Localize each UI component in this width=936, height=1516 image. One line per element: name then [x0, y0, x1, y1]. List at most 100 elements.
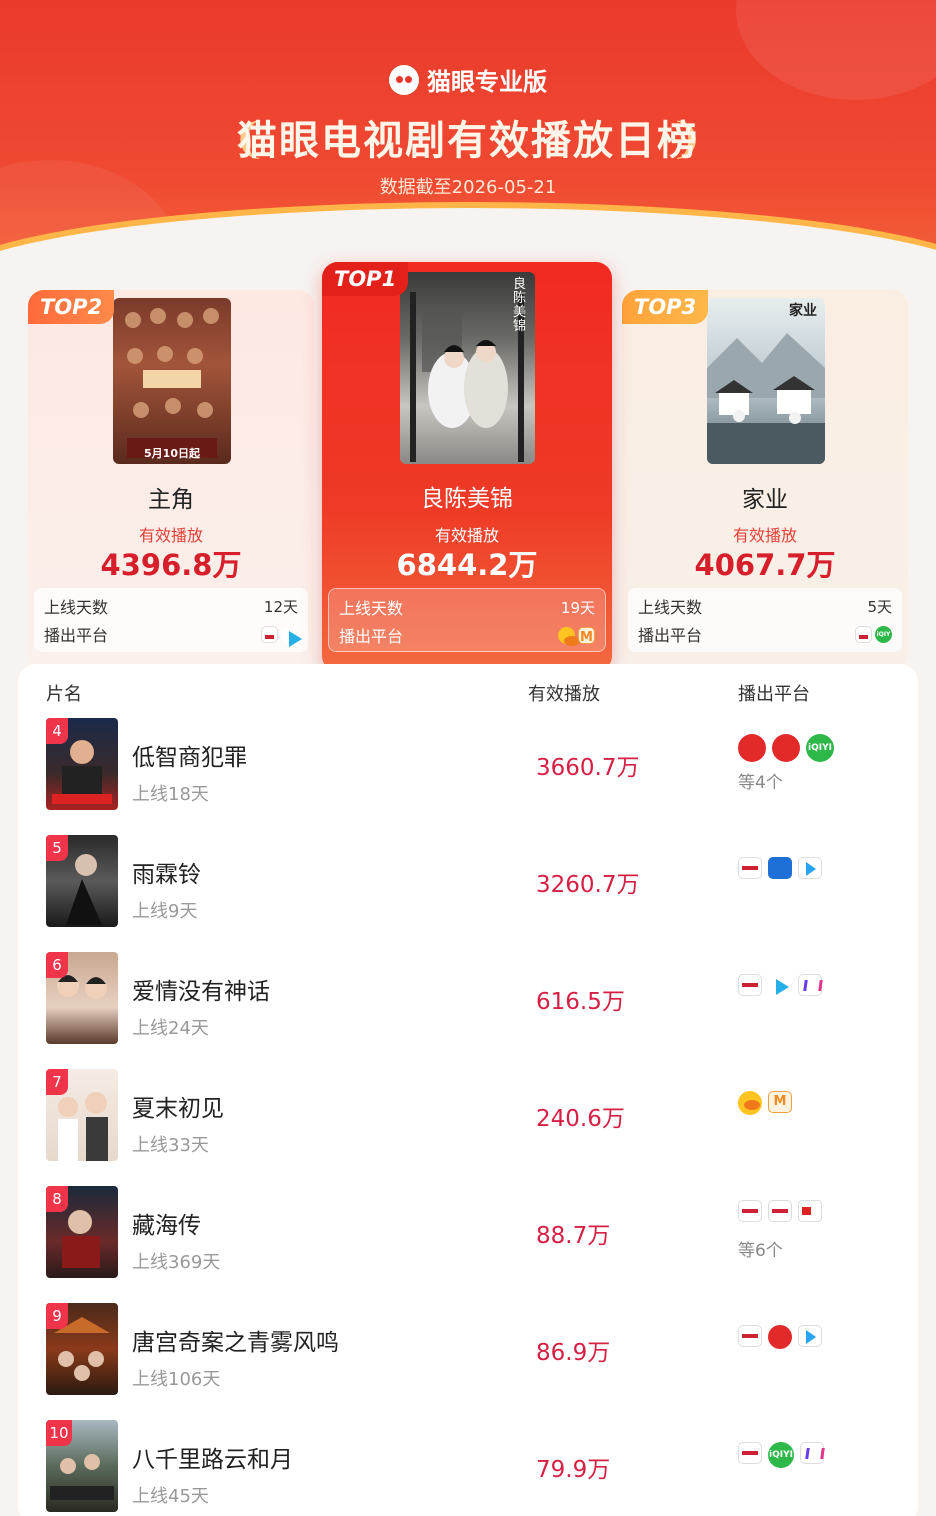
drama-name: 低智商犯罪 — [132, 745, 247, 771]
play-value: 86.9万 — [536, 1340, 611, 1366]
days-value: 19天 — [560, 598, 595, 617]
rank-badge: 4 — [46, 718, 68, 744]
poster-image: 良陈美锦 — [400, 272, 535, 464]
cctv-icon — [261, 625, 278, 643]
cctv-icon — [768, 1200, 792, 1222]
drama-name: 良陈美锦 — [421, 486, 513, 512]
days-label: 上线天数 — [339, 599, 404, 618]
youku-icon — [798, 1325, 822, 1347]
days-online: 上线24天 — [132, 1018, 209, 1039]
drama-name: 家业 — [742, 487, 788, 513]
poster-image: 家业 — [707, 298, 825, 464]
more-platforms[interactable]: 等6个 — [738, 1236, 783, 1261]
drama-name: 爱情没有神话 — [132, 979, 270, 1005]
poster-thumb: 5 — [46, 835, 118, 927]
cctv-icon — [738, 1325, 762, 1347]
cctv-icon — [855, 625, 872, 643]
platform-icons — [738, 1091, 792, 1115]
poster-thumb: 10 — [46, 1420, 118, 1512]
header-name: 片名 — [46, 684, 82, 705]
table-row[interactable]: 10 八千里路云和月 上线45天 79.9万 iQIYI — [18, 1420, 918, 1516]
table-row[interactable]: 9 唐宫奇案之青雾风鸣 上线106天 86.9万 — [18, 1303, 918, 1420]
rank-badge: 10 — [46, 1420, 72, 1446]
play-value: 88.7万 — [536, 1223, 611, 1249]
poster-art — [125, 308, 219, 458]
info-box: 上线天数 5天 播出平台 iQIY — [628, 588, 902, 652]
tencent-video-icon — [768, 974, 792, 996]
play-value: 240.6万 — [536, 1106, 625, 1132]
poster-art — [707, 333, 825, 464]
poster-title: 良陈美锦 — [513, 277, 527, 334]
poster-thumb: 7 — [46, 1069, 118, 1161]
dragon-tv-icon — [768, 1325, 792, 1349]
zhejiang-tv-icon — [768, 857, 792, 879]
rank-tag: TOP3 — [622, 290, 709, 324]
rank-badge: 6 — [46, 952, 68, 978]
poster-title: 家业 — [789, 303, 817, 319]
rank-badge: 5 — [46, 835, 68, 861]
days-online: 上线18天 — [132, 784, 209, 805]
brand-name: 猫眼专业版 — [427, 68, 547, 96]
table-row[interactable]: 8 藏海传 上线369天 88.7万 等6个 — [18, 1186, 918, 1303]
poster-thumb: 8 — [46, 1186, 118, 1278]
poster-date: 5月10日起 — [144, 447, 200, 460]
mgtv-icon — [798, 974, 822, 996]
platform-icons — [738, 1200, 822, 1222]
days-online: 上线45天 — [132, 1486, 209, 1507]
youku-icon — [798, 857, 822, 879]
platform-label: 播出平台 — [44, 626, 109, 645]
play-value: 79.9万 — [536, 1457, 611, 1483]
days-value: 5天 — [867, 597, 892, 616]
rank-tag: TOP2 — [28, 290, 115, 324]
table-row[interactable]: 4 低智商犯罪 上线18天 3660.7万 iQIYI 等4个 — [18, 718, 918, 835]
cctv-icon — [738, 1200, 762, 1222]
iqiyi-icon: iQIY — [875, 625, 892, 643]
hunan-tv-icon — [738, 1091, 762, 1115]
more-platforms[interactable]: 等4个 — [738, 768, 783, 793]
platform-label: 播出平台 — [339, 627, 404, 646]
mgtv-icon — [800, 1442, 824, 1464]
drama-name: 夏末初见 — [132, 1096, 224, 1122]
podium-card-top3[interactable]: 家业 TOP3 家业 有效播放 4067.7万 上线天数 5天 播出平台 iQIY — [622, 290, 908, 670]
platform-icons — [738, 974, 822, 996]
days-label: 上线天数 — [638, 598, 703, 617]
btv-icon — [798, 1200, 822, 1222]
header-platform: 播出平台 — [738, 684, 810, 705]
days-online: 上线9天 — [132, 901, 198, 922]
rank-badge: 8 — [46, 1186, 68, 1212]
dragon-tv-icon — [738, 734, 766, 762]
metric-value: 4067.7万 — [694, 548, 836, 582]
podium-card-top2[interactable]: 5月10日起 TOP2 主角 有效播放 4396.8万 上线天数 12天 播出平台 — [28, 290, 314, 670]
page-title: 猫眼电视剧有效播放日榜 — [237, 118, 699, 164]
iqiyi-icon: iQIYI — [768, 1442, 794, 1468]
platform-icons: iQIYI — [738, 1442, 824, 1468]
poster-thumb: 6 — [46, 952, 118, 1044]
platform-label: 播出平台 — [638, 626, 703, 645]
table-row[interactable]: 6 爱情没有神话 上线24天 616.5万 — [18, 952, 918, 1069]
rank-badge: 9 — [46, 1303, 68, 1329]
mango-tv-icon — [578, 626, 595, 645]
rank-badge: 7 — [46, 1069, 68, 1095]
metric-value: 6844.2万 — [396, 548, 538, 582]
play-value: 3660.7万 — [536, 755, 640, 781]
table-row[interactable]: 7 夏末初见 上线33天 240.6万 — [18, 1069, 918, 1186]
info-box: 上线天数 12天 播出平台 — [34, 588, 308, 652]
podium-card-top1[interactable]: 良陈美锦 TOP1 良陈美锦 有效播放 6844.2万 上线天数 19天 播出平台 — [322, 262, 612, 672]
dragon-tv-icon — [772, 734, 800, 762]
platform-icons — [738, 857, 822, 879]
header-value: 有效播放 — [528, 684, 600, 705]
data-date: 数据截至2026-05-21 — [379, 177, 557, 198]
platform-icons: iQIYI — [738, 734, 834, 762]
tencent-video-icon — [281, 625, 302, 647]
maoyan-logo-icon — [389, 64, 419, 95]
drama-name: 主角 — [148, 487, 194, 513]
table-row[interactable]: 5 雨霖铃 上线9天 3260.7万 — [18, 835, 918, 952]
cctv-icon — [738, 974, 762, 996]
days-online: 上线369天 — [132, 1252, 221, 1273]
hunan-tv-icon — [558, 626, 580, 646]
play-value: 616.5万 — [536, 989, 625, 1015]
drama-name: 藏海传 — [132, 1213, 201, 1239]
ranking-table: 片名 有效播放 播出平台 4 低智商犯罪 上线18天 3660.7万 iQIYI… — [18, 664, 918, 1516]
poster-image: 5月10日起 — [113, 298, 231, 464]
days-online: 上线33天 — [132, 1135, 209, 1156]
